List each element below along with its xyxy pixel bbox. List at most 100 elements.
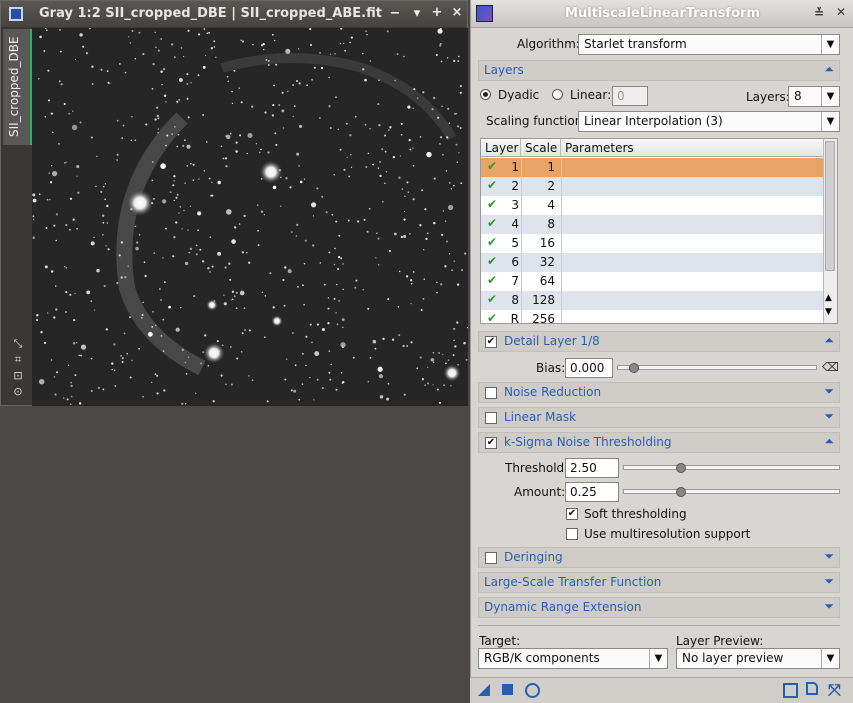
star	[154, 118, 157, 121]
col-header-parameters[interactable]: Parameters	[561, 139, 825, 157]
close-panel-button[interactable]: ✕	[833, 5, 849, 19]
new-instance-icon[interactable]	[478, 684, 490, 696]
col-header-scale[interactable]: Scale	[521, 139, 561, 157]
layer-preview-select[interactable]: No layer preview ▼	[676, 648, 840, 669]
star	[309, 43, 313, 47]
table-row[interactable]: ✔ 7 64	[481, 272, 825, 291]
ksigma-checkbox[interactable]: ✔	[485, 437, 497, 449]
minimize-button[interactable]: −	[387, 6, 403, 21]
linear-mask-checkbox[interactable]	[485, 412, 497, 424]
table-scrollbar[interactable]: ▲ ▼	[823, 139, 837, 323]
threshold-slider[interactable]	[623, 465, 840, 470]
scrollbar-thumb[interactable]	[825, 141, 835, 271]
star	[458, 55, 460, 58]
star	[175, 327, 180, 332]
target-icon[interactable]: ⊙	[11, 385, 25, 398]
table-row[interactable]: ✔ 6 32	[481, 253, 825, 272]
threshold-field[interactable]: 2.50	[565, 458, 619, 478]
star	[207, 365, 210, 367]
linear-mask-section-header[interactable]: Linear Mask ⏷	[478, 407, 840, 428]
amount-slider-knob[interactable]	[676, 487, 686, 497]
star	[223, 294, 225, 296]
layers-count-select[interactable]: 8 ▼	[788, 86, 840, 107]
ksigma-section-header[interactable]: ✔ k-Sigma Noise Thresholding ⏶	[478, 432, 840, 453]
documentation-icon[interactable]	[806, 682, 818, 695]
col-header-layer[interactable]: Layer	[481, 139, 521, 157]
table-row[interactable]: ✔ 2 2	[481, 177, 825, 196]
threshold-slider-knob[interactable]	[676, 463, 686, 473]
soft-thresholding-checkbox[interactable]: ✔	[566, 508, 578, 520]
layers-section-header[interactable]: Layers ⏶	[478, 60, 840, 81]
table-row[interactable]: ✔ 1 1	[481, 158, 825, 177]
check-icon[interactable]: ✔	[487, 159, 497, 173]
noise-reduction-section-header[interactable]: Noise Reduction ⏷	[478, 382, 840, 403]
deringing-checkbox[interactable]	[485, 552, 497, 564]
check-icon[interactable]: ✔	[487, 235, 497, 249]
maximize-button[interactable]: +	[429, 5, 445, 20]
view-side-tab[interactable]: SII_cropped_DBE	[3, 29, 32, 145]
multires-checkbox[interactable]	[566, 528, 578, 540]
noise-reduction-checkbox[interactable]	[485, 387, 497, 399]
check-icon[interactable]: ✔	[487, 292, 497, 306]
scroll-down-icon[interactable]: ▼	[825, 307, 832, 317]
scaling-select[interactable]: Linear Interpolation (3) ▼	[578, 111, 840, 132]
table-row[interactable]: ✔ 5 16	[481, 234, 825, 253]
algorithm-select[interactable]: Starlet transform ▼	[578, 34, 840, 55]
table-row[interactable]: ✔ 4 8	[481, 215, 825, 234]
linear-radio[interactable]	[552, 89, 563, 100]
bias-slider[interactable]	[617, 365, 817, 370]
scroll-up-icon[interactable]: ▲	[825, 293, 832, 303]
close-button[interactable]: ×	[449, 5, 465, 20]
image-canvas[interactable]	[32, 28, 468, 406]
clear-icon[interactable]: ⌫	[822, 360, 839, 374]
star	[342, 326, 344, 329]
shade-button[interactable]: ▾	[409, 6, 425, 21]
star	[301, 284, 304, 287]
star	[410, 279, 413, 282]
star	[140, 316, 143, 319]
table-row[interactable]: ✔ R 256	[481, 310, 825, 323]
shade-panel-button[interactable]: ≚	[811, 6, 827, 20]
target-select[interactable]: RGB/K components ▼	[478, 648, 668, 669]
check-icon[interactable]: ✔	[487, 311, 497, 323]
star	[225, 383, 227, 386]
check-icon[interactable]: ✔	[487, 273, 497, 287]
detail-layer-section-header[interactable]: ✔ Detail Layer 1/8 ⏶	[478, 331, 840, 352]
bias-slider-knob[interactable]	[629, 363, 639, 373]
star	[419, 356, 422, 359]
image-window-titlebar[interactable]: Gray 1:2 SII_cropped_DBE | SII_cropped_A…	[1, 1, 467, 27]
bias-field[interactable]: 0.000	[565, 358, 613, 378]
star	[444, 265, 447, 268]
star	[80, 344, 87, 350]
table-row[interactable]: ✔ 3 4	[481, 196, 825, 215]
check-icon[interactable]: ✔	[487, 254, 497, 268]
dre-section-header[interactable]: Dynamic Range Extension ⏷	[478, 597, 840, 618]
detail-layer-checkbox[interactable]: ✔	[485, 336, 497, 348]
star	[176, 145, 178, 148]
lstf-section-header[interactable]: Large-Scale Transfer Function ⏷	[478, 572, 840, 593]
dyadic-radio[interactable]	[480, 89, 491, 100]
apply-global-icon[interactable]	[525, 683, 540, 698]
apply-icon[interactable]	[502, 684, 513, 695]
check-icon[interactable]: ✔	[487, 197, 497, 211]
amount-field[interactable]: 0.25	[565, 482, 619, 502]
star	[285, 48, 291, 54]
preview-icon[interactable]	[783, 683, 798, 698]
zoom-fit-icon[interactable]: ⤡	[11, 337, 25, 351]
cross-icon[interactable]: ⌗	[11, 353, 25, 367]
deringing-section-header[interactable]: Deringing ⏷	[478, 547, 840, 568]
star	[70, 381, 73, 384]
table-row[interactable]: ✔ 8 128	[481, 291, 825, 310]
check-icon[interactable]: ✔	[487, 216, 497, 230]
layers-table[interactable]: Layer Scale Parameters ✔ 1 1 ✔ 2 2 ✔ 3 4 ✔ 4 8 ✔ 5 16 ✔…	[480, 138, 838, 324]
panel-titlebar[interactable]: MultiscaleLinearTransform ≚ ✕	[471, 0, 853, 28]
reset-icon[interactable]: ⤧	[828, 680, 841, 700]
linear-spinbox[interactable]: 0	[612, 86, 648, 106]
amount-slider[interactable]	[623, 489, 840, 494]
lock-icon[interactable]: ⊡	[11, 369, 25, 382]
star	[90, 241, 95, 246]
star	[176, 100, 179, 103]
star	[416, 367, 419, 370]
check-icon[interactable]: ✔	[487, 178, 497, 192]
star	[440, 283, 443, 286]
